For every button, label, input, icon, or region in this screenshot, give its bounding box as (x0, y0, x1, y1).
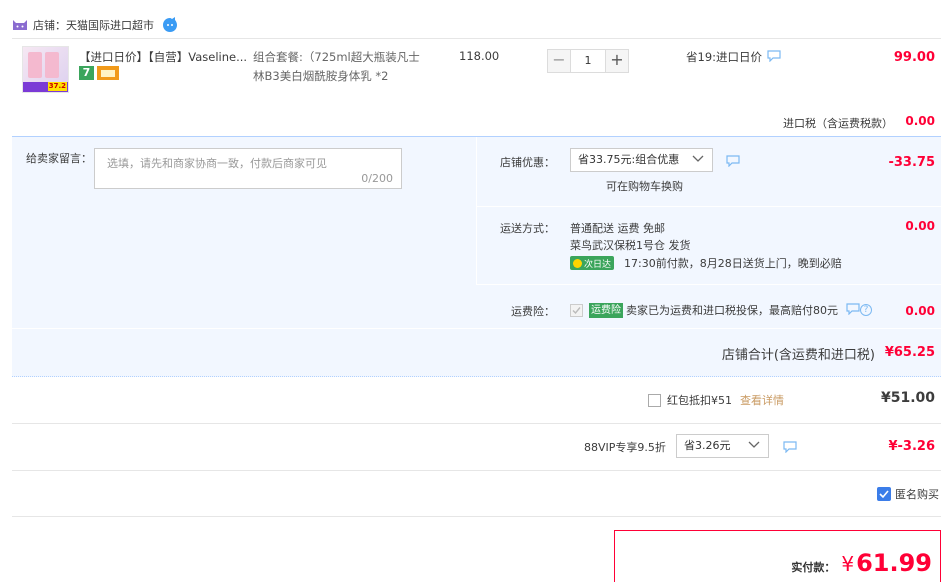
tmall-cat-icon (12, 19, 28, 31)
decrease-button[interactable]: − (547, 49, 571, 73)
vip-select[interactable]: 省3.26元 (676, 434, 769, 458)
payment-label: 实付款： (791, 561, 836, 574)
payment-summary: 实付款： ¥ 61.99 (614, 530, 941, 582)
shop-name[interactable]: 店铺：天猫国际进口超市 (33, 17, 154, 33)
redpacket-row: 红包抵扣¥51 查看详情 (648, 392, 784, 408)
payment-amount: 61.99 (856, 549, 932, 577)
row-divider-3 (12, 328, 941, 329)
product-spec: 组合套餐:（725ml超大瓶装凡士林B3美白烟酰胺身体乳 *2 (253, 50, 420, 83)
comment-icon[interactable] (783, 441, 797, 456)
divider (12, 423, 941, 424)
wangwang-chat-icon[interactable] (162, 17, 178, 33)
store-total-value: ¥65.25 (884, 345, 935, 360)
payment-currency: ¥ (841, 552, 855, 576)
product-title[interactable]: 【进口日价】【自营】Vaseline... (79, 49, 249, 65)
divider (12, 38, 941, 39)
chevron-down-icon (748, 438, 760, 460)
delivery-promise: 次日达 17:30前付款，8月28日送货上门，晚到必赔 (570, 255, 842, 271)
shipping-label: 运送方式： (500, 222, 555, 235)
next-day-badge: 次日达 (570, 256, 615, 270)
comment-icon[interactable] (846, 302, 860, 318)
row-divider-2 (477, 284, 941, 285)
lightning-icon (573, 258, 582, 268)
unit-price: 118.00 (459, 49, 500, 63)
redpacket-value: ¥51.00 (880, 390, 935, 406)
redpacket-details-link[interactable]: 查看详情 (740, 392, 784, 408)
insurance-value: 0.00 (905, 304, 935, 318)
divider (12, 516, 941, 517)
thumb-price-badge: 37.2 (47, 82, 67, 91)
item-promo: 省19:进口日价 (686, 49, 781, 65)
store-total-label: 店铺合计(含运费和进口税) (721, 348, 875, 363)
help-icon[interactable]: ? (860, 304, 872, 316)
vip-label: 88VIP专享9.5折 (584, 441, 666, 454)
product-thumbnail[interactable]: 37.2 (22, 46, 69, 93)
next-day-badge-text: 次日达 (584, 259, 612, 270)
quantity-input[interactable]: 1 (571, 49, 605, 73)
message-textarea[interactable]: 选填，请先和商家协商一致，付款后商家可见 0/200 (94, 148, 402, 189)
vip-selected: 省3.26元 (684, 439, 731, 452)
item-subtotal: 99.00 (893, 50, 935, 65)
comment-icon[interactable] (726, 155, 740, 170)
anonymous-checkbox[interactable] (877, 487, 891, 501)
redpacket-checkbox[interactable] (648, 393, 661, 407)
vip-value: ¥-3.26 (888, 439, 935, 454)
chevron-down-icon (692, 152, 704, 174)
tax-value: 0.00 (905, 114, 935, 128)
insurance-checkbox[interactable] (570, 303, 583, 317)
promo-text: 省19:进口日价 (686, 50, 763, 64)
comment-icon[interactable] (767, 49, 781, 65)
insurance-label: 运费险： (511, 305, 555, 318)
row-divider (477, 206, 941, 207)
product-badges: 7 (79, 66, 119, 80)
discount-hint[interactable]: 可在购物车换购 (606, 178, 683, 194)
anonymous-label: 匿名购买 (895, 488, 939, 501)
column-divider (476, 137, 477, 285)
message-placeholder: 选填，请先和商家协商一致，付款后商家可见 (107, 157, 327, 170)
tax-label: 进口税（含运费税款） (783, 117, 893, 130)
insurance-text: 卖家已为运费和进口税投保，最高赔付80元 (626, 304, 838, 317)
discount-value: -33.75 (888, 155, 935, 170)
divider (12, 470, 941, 471)
delivery-text: 17:30前付款，8月28日送货上门，晚到必赔 (624, 257, 842, 270)
shipping-value: 0.00 (905, 219, 935, 233)
card-icon (97, 66, 119, 80)
discount-select[interactable]: 省33.75元:组合优惠 (570, 148, 713, 172)
increase-button[interactable]: + (605, 49, 629, 73)
shop-header: 店铺：天猫国际进口超市 (12, 17, 178, 33)
discount-label: 店铺优惠： (500, 156, 555, 169)
message-counter: 0/200 (361, 172, 393, 185)
seven-day-return-icon: 7 (79, 66, 94, 80)
shipping-line1: 普通配送 运费 免邮 (570, 222, 665, 235)
insurance-badge: 运费险 (589, 302, 623, 318)
redpacket-label: 红包抵扣¥51 (667, 394, 732, 407)
discount-selected: 省33.75元:组合优惠 (578, 153, 680, 166)
anonymous-row: 匿名购买 (877, 486, 939, 502)
quantity-stepper: − 1 + (547, 49, 629, 73)
insurance-row: 运费险 卖家已为运费和进口税投保，最高赔付80元 ? (570, 302, 872, 318)
message-label: 给卖家留言： (26, 152, 92, 165)
shipping-line2: 菜鸟武汉保税1号仓 发货 (570, 239, 691, 252)
